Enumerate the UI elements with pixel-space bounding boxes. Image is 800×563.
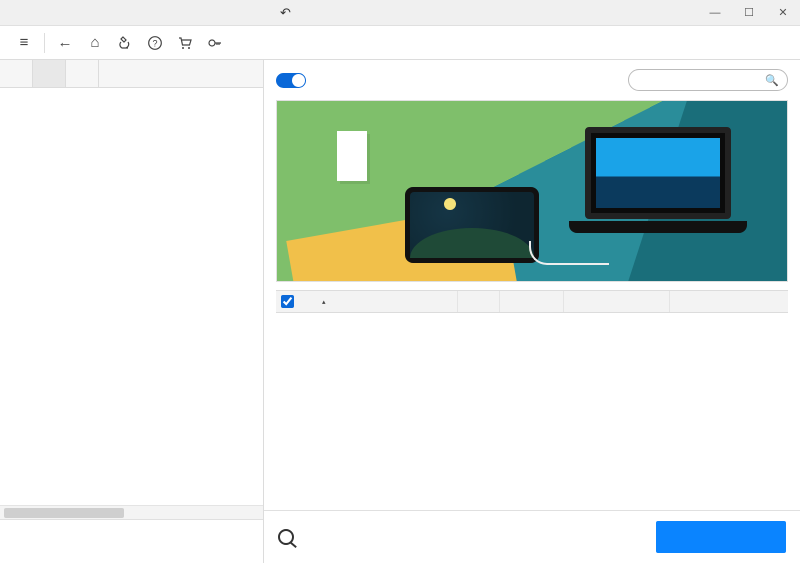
search-icon: 🔍 (765, 74, 779, 87)
header-checkbox[interactable] (281, 295, 294, 308)
search-input[interactable]: 🔍 (628, 69, 788, 91)
deep-scan-icon (278, 529, 294, 545)
cart-icon[interactable] (173, 31, 197, 55)
titlebar: ↶ — ☐ ✕ (0, 0, 800, 26)
tab-deleted-list[interactable] (66, 60, 99, 87)
left-panel (0, 60, 264, 563)
home-icon[interactable]: ⌂ (83, 31, 107, 55)
preview-laptop (569, 127, 747, 243)
tab-tree-view[interactable] (33, 60, 66, 87)
window-controls: — ☐ ✕ (698, 0, 800, 26)
preview-toggle[interactable] (276, 73, 306, 88)
minimize-button[interactable]: — (698, 0, 732, 26)
microscope-icon[interactable] (113, 31, 137, 55)
preview-pane (276, 100, 788, 282)
col-size[interactable] (500, 291, 564, 312)
folder-tree[interactable] (0, 88, 263, 505)
table-header: ▴ (276, 291, 788, 313)
toolbar: ≡ ← ⌂ ? (0, 26, 800, 60)
back-icon[interactable]: ← (53, 31, 77, 55)
file-table: ▴ (276, 290, 788, 510)
help-icon[interactable]: ? (143, 31, 167, 55)
svg-text:?: ? (152, 38, 157, 48)
col-modification-date[interactable] (670, 291, 788, 312)
table-body[interactable] (276, 313, 788, 510)
right-panel: 🔍 ▴ (264, 60, 800, 563)
title-back-icon: ↶ (280, 5, 291, 21)
col-creation-date[interactable] (564, 291, 670, 312)
tab-file-type[interactable] (0, 60, 33, 87)
key-icon[interactable] (203, 31, 227, 55)
maximize-button[interactable]: ☐ (732, 0, 766, 26)
col-filename[interactable]: ▴ (316, 291, 458, 312)
col-type[interactable] (458, 291, 500, 312)
footer (264, 510, 800, 563)
status-text (0, 519, 263, 563)
menu-icon[interactable]: ≡ (12, 31, 36, 55)
left-tabs (0, 60, 263, 88)
sort-caret-icon: ▴ (322, 298, 326, 306)
close-button[interactable]: ✕ (766, 0, 800, 26)
preview-phone (405, 187, 539, 263)
tree-scrollbar[interactable] (0, 505, 263, 519)
recover-button[interactable] (656, 521, 786, 553)
